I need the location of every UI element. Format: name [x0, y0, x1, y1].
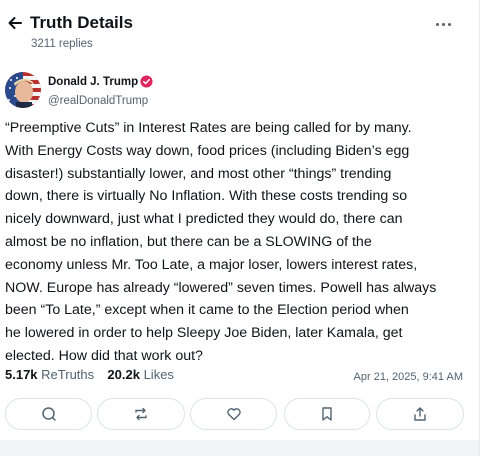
author-name[interactable]: Donald J. Trump — [48, 76, 138, 88]
post-timestamp: Apr 21, 2025, 9:41 AM — [353, 371, 463, 383]
more-dot — [435, 22, 439, 26]
more-dot — [447, 22, 451, 26]
reply-button[interactable] — [5, 398, 92, 430]
likes-label[interactable]: Likes — [144, 367, 174, 382]
reply-icon — [41, 407, 56, 421]
more-options-button[interactable] — [431, 17, 455, 31]
author-handle[interactable]: @realDonaldTrump — [48, 95, 148, 107]
more-dot — [441, 22, 445, 26]
retruth-icon — [135, 407, 147, 421]
share-icon — [414, 407, 426, 421]
share-button[interactable] — [376, 398, 464, 430]
bookmark-button[interactable] — [284, 398, 370, 430]
verified-badge-icon — [140, 75, 153, 88]
back-arrow-icon — [8, 17, 22, 29]
likes-count[interactable]: 20.2k — [107, 367, 140, 382]
bookmark-icon — [322, 407, 332, 421]
back-button[interactable] — [6, 14, 24, 32]
page-header: Truth Details 3211 replies — [0, 0, 479, 60]
retruths-count[interactable]: 5.17k — [5, 367, 38, 382]
bottom-divider — [0, 440, 479, 456]
retruths-label[interactable]: ReTruths — [41, 367, 94, 382]
post-stats: 5.17k ReTruths 20.2k Likes — [5, 367, 174, 382]
post-text: “Preemptive Cuts” in Interest Rates are … — [5, 120, 437, 364]
heart-icon — [226, 408, 241, 421]
page-title: Truth Details — [30, 13, 133, 32]
avatar[interactable] — [5, 72, 41, 108]
retruth-button[interactable] — [97, 398, 185, 430]
avatar-image — [5, 72, 41, 108]
action-bar — [0, 398, 479, 432]
reply-count: 3211 replies — [31, 38, 93, 50]
like-button[interactable] — [190, 398, 277, 430]
